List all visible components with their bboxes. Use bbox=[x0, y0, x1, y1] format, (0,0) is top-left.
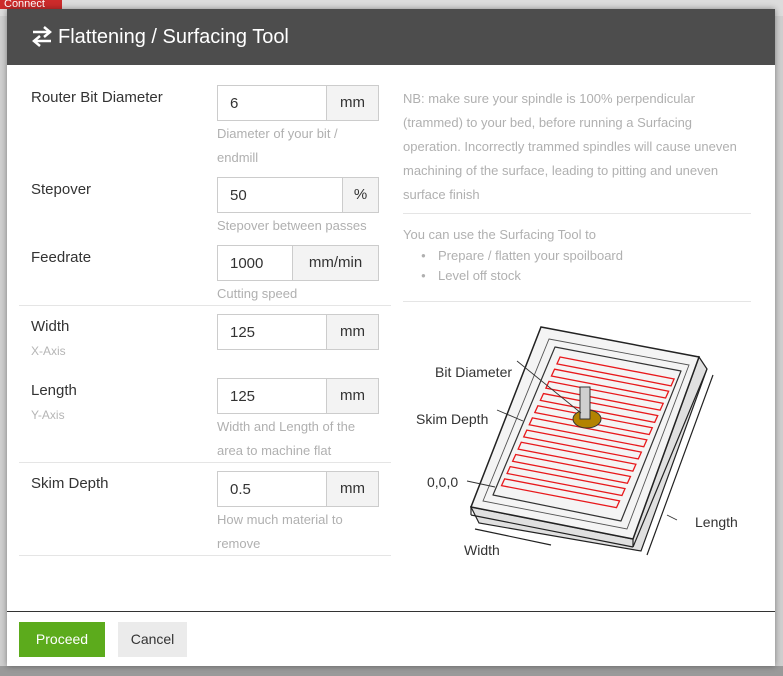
note-line: (trammed) to your bed, before running a … bbox=[403, 115, 693, 130]
stepover-input[interactable]: 50 % bbox=[217, 177, 379, 213]
stepover-label: Stepover bbox=[31, 181, 92, 198]
info-divider-1 bbox=[403, 213, 751, 214]
area-help-1: Width and Length of the bbox=[217, 419, 356, 434]
feedrate-input[interactable]: 1000 mm/min bbox=[217, 245, 379, 281]
swap-arrows-icon bbox=[32, 26, 52, 47]
surfacing-modal: Flattening / Surfacing Tool Router Bit D… bbox=[7, 9, 775, 666]
width-unit: mm bbox=[326, 315, 378, 349]
usage-item: Prepare / flatten your spoilboard bbox=[403, 246, 623, 266]
skim-depth-help-1: How much material to bbox=[217, 512, 343, 527]
bit-diameter-label: Bit Diameter bbox=[435, 364, 512, 380]
length-axis-label: Y-Axis bbox=[31, 408, 65, 422]
area-help-2: area to machine flat bbox=[217, 443, 332, 458]
width-value: 125 bbox=[230, 324, 256, 341]
proceed-button[interactable]: Proceed bbox=[19, 622, 105, 657]
router-bit-input[interactable]: 6 mm bbox=[217, 85, 379, 121]
router-bit-help-1: Diameter of your bit / bbox=[217, 126, 338, 141]
note-line: operation. Incorrectly trammed spindles … bbox=[403, 139, 737, 154]
stepover-value: 50 bbox=[230, 187, 247, 204]
feedrate-unit: mm/min bbox=[292, 246, 378, 280]
background-right-panel bbox=[775, 16, 783, 676]
skim-depth-unit: mm bbox=[326, 472, 378, 506]
surfacing-diagram: Bit Diameter Skim Depth 0,0,0 Length Wid… bbox=[416, 326, 738, 558]
note-line: NB: make sure your spindle is 100% perpe… bbox=[403, 91, 695, 106]
length-input[interactable]: 125 mm bbox=[217, 378, 379, 414]
router-bit-label: Router Bit Diameter bbox=[31, 89, 163, 106]
skim-depth-help-2: remove bbox=[217, 536, 261, 551]
background-connect-button: Connect bbox=[0, 0, 62, 9]
usage-section: You can use the Surfacing Tool to Prepar… bbox=[403, 227, 623, 286]
note-line: surface finish bbox=[403, 187, 480, 202]
tramming-note: NB: make sure your spindle is 100% perpe… bbox=[403, 87, 751, 207]
length-value: 125 bbox=[230, 388, 256, 405]
form-divider-2 bbox=[19, 462, 391, 463]
form-divider-1 bbox=[19, 305, 391, 306]
feedrate-value: 1000 bbox=[230, 255, 264, 272]
skim-depth-input[interactable]: 0.5 mm bbox=[217, 471, 379, 507]
modal-footer: Proceed Cancel bbox=[7, 611, 775, 666]
background-bottom bbox=[0, 666, 783, 676]
length-label: Length bbox=[31, 382, 77, 399]
router-bit-unit: mm bbox=[326, 86, 378, 120]
usage-intro: You can use the Surfacing Tool to bbox=[403, 227, 596, 242]
stepover-unit: % bbox=[342, 178, 378, 212]
length-unit: mm bbox=[326, 379, 378, 413]
width-label: Width bbox=[31, 318, 70, 335]
skim-depth-label: Skim Depth bbox=[31, 475, 109, 492]
stepover-help: Stepover between passes bbox=[217, 218, 367, 233]
form-divider-3 bbox=[19, 555, 391, 556]
width-diagram-label: Width bbox=[464, 542, 500, 558]
router-bit-value: 6 bbox=[230, 95, 239, 112]
width-input[interactable]: 125 mm bbox=[217, 314, 379, 350]
modal-title: Flattening / Surfacing Tool bbox=[58, 26, 289, 48]
origin-label: 0,0,0 bbox=[427, 474, 458, 490]
modal-header: Flattening / Surfacing Tool bbox=[7, 9, 775, 65]
usage-list: Prepare / flatten your spoilboard Level … bbox=[403, 246, 623, 286]
length-diagram-label: Length bbox=[695, 514, 738, 530]
skim-depth-value: 0.5 bbox=[230, 481, 251, 498]
note-line: machining of the surface, leading to pit… bbox=[403, 163, 719, 178]
router-bit-help-2: endmill bbox=[217, 150, 259, 165]
info-divider-2 bbox=[403, 301, 751, 302]
feedrate-label: Feedrate bbox=[31, 249, 92, 266]
modal-body: Router Bit Diameter 6 mm Diameter of you… bbox=[7, 65, 775, 611]
usage-item: Level off stock bbox=[403, 266, 623, 286]
skim-depth-diagram-label: Skim Depth bbox=[416, 411, 488, 427]
bit-shank bbox=[579, 386, 591, 420]
width-axis-label: X-Axis bbox=[31, 344, 66, 358]
feedrate-help: Cutting speed bbox=[217, 286, 298, 301]
cancel-button[interactable]: Cancel bbox=[118, 622, 187, 657]
